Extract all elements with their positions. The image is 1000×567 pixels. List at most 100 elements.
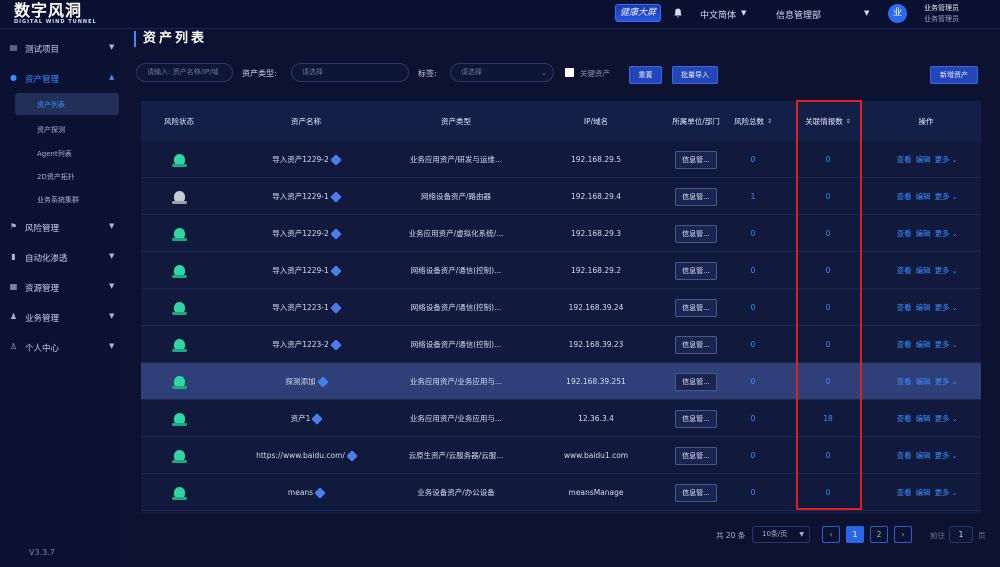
edit-link[interactable]: 编辑 — [916, 376, 931, 387]
tag-icon[interactable] — [330, 301, 342, 314]
key-asset-checkbox[interactable] — [565, 68, 574, 77]
department-button[interactable]: 信息管... — [675, 446, 717, 465]
view-link[interactable]: 查看 — [897, 450, 912, 461]
tag-icon[interactable] — [316, 375, 329, 388]
tag-icon[interactable] — [330, 227, 342, 240]
app-logo[interactable]: 数字风洞 DIGITAL WIND TUNNEL — [14, 2, 134, 28]
department-cell: 信息管... — [671, 215, 721, 252]
department-button[interactable]: 信息管... — [675, 150, 717, 169]
tag-icon[interactable] — [330, 153, 342, 166]
department-select[interactable]: 信息管理部 — [776, 8, 821, 21]
sidebar-subitem-asset-detection[interactable]: 资产探测 — [15, 118, 119, 140]
department-button[interactable]: 信息管... — [675, 224, 717, 243]
page-1-button[interactable]: 1 — [846, 526, 864, 543]
more-link[interactable]: 更多 — [935, 413, 950, 424]
batch-import-button[interactable]: 批量导入 — [672, 66, 718, 84]
health-dashboard-button[interactable]: 健康大屏 — [615, 4, 661, 22]
department-button[interactable]: 信息管... — [675, 261, 717, 280]
page-size-select[interactable]: 10条/页 ▼ — [752, 526, 810, 543]
department-button[interactable]: 信息管... — [675, 372, 717, 391]
risk-total-cell[interactable]: 0 — [723, 437, 783, 474]
edit-link[interactable]: 编辑 — [916, 228, 931, 239]
department-button[interactable]: 信息管... — [675, 298, 717, 317]
asset-name: 导入资产1223-2 — [272, 340, 329, 349]
edit-link[interactable]: 编辑 — [916, 191, 931, 202]
department-button[interactable]: 信息管... — [675, 335, 717, 354]
view-link[interactable]: 查看 — [897, 487, 912, 498]
sidebar-item-risk-management[interactable]: ⚑ 风险管理 ▼ — [0, 216, 127, 238]
view-link[interactable]: 查看 — [897, 376, 912, 387]
more-link[interactable]: 更多 — [935, 450, 950, 461]
asset-name: 导入资产1229-2 — [272, 229, 329, 238]
view-link[interactable]: 查看 — [897, 191, 912, 202]
sidebar-item-test-project[interactable]: ▤ 测试项目 ▼ — [0, 37, 127, 59]
risk-total-cell[interactable]: 0 — [723, 252, 783, 289]
tag-icon[interactable] — [330, 190, 342, 203]
edit-link[interactable]: 编辑 — [916, 302, 931, 313]
edit-link[interactable]: 编辑 — [916, 339, 931, 350]
avatar[interactable]: 业 — [888, 4, 907, 23]
col-asset-name: 资产名称 — [291, 116, 321, 126]
edit-link[interactable]: 编辑 — [916, 154, 931, 165]
search-input[interactable]: 请输入: 资产名称/IP/域 — [136, 63, 233, 82]
more-link[interactable]: 更多 — [935, 302, 950, 313]
view-link[interactable]: 查看 — [897, 339, 912, 350]
sidebar-subitem-asset-list[interactable]: 资产列表 — [15, 93, 119, 115]
asset-name-cell: 导入资产1229-1 — [231, 178, 381, 215]
view-link[interactable]: 查看 — [897, 302, 912, 313]
risk-total-cell[interactable]: 0 — [723, 363, 783, 400]
edit-link[interactable]: 编辑 — [916, 450, 931, 461]
add-asset-button[interactable]: 新增资产 — [930, 66, 978, 84]
more-link[interactable]: 更多 — [935, 339, 950, 350]
sidebar-subitem-business-cluster[interactable]: 业务系统集群 — [15, 188, 119, 210]
risk-total-cell[interactable]: 0 — [723, 326, 783, 363]
col-risk-total[interactable]: 风险总数 ⇕ — [723, 101, 783, 141]
risk-total-cell[interactable]: 0 — [723, 141, 783, 178]
more-link[interactable]: 更多 — [935, 487, 950, 498]
tag-icon[interactable] — [314, 486, 326, 499]
sidebar-item-business-management[interactable]: ♟ 业务管理 ▼ — [0, 306, 127, 328]
sidebar-subitem-2d-topology[interactable]: 2D资产拓扑 — [15, 165, 119, 187]
tag-icon[interactable] — [330, 338, 342, 351]
view-link[interactable]: 查看 — [897, 228, 912, 239]
reset-button[interactable]: 重置 — [629, 66, 662, 84]
risk-total-cell[interactable]: 0 — [723, 289, 783, 326]
view-link[interactable]: 查看 — [897, 265, 912, 276]
sidebar-subitem-agent-list[interactable]: Agent列表 — [15, 142, 119, 164]
risk-total-cell[interactable]: 0 — [723, 474, 783, 511]
more-link[interactable]: 更多 — [935, 376, 950, 387]
sidebar-item-resource-management[interactable]: ▦ 资源管理 ▼ — [0, 276, 127, 298]
department-button[interactable]: 信息管... — [675, 483, 717, 502]
sidebar-item-personal-center[interactable]: ♙ 个人中心 ▼ — [0, 336, 127, 358]
tag-icon[interactable] — [311, 412, 324, 425]
risk-total-cell[interactable]: 0 — [723, 400, 783, 437]
tag-select[interactable]: 请选择 — [450, 63, 554, 82]
more-link[interactable]: 更多 — [935, 265, 950, 276]
chevron-down-icon: ⌄ — [951, 192, 958, 201]
goto-page-input[interactable]: 1 — [949, 526, 973, 543]
edit-link[interactable]: 编辑 — [916, 487, 931, 498]
view-link[interactable]: 查看 — [897, 413, 912, 424]
bell-icon[interactable] — [674, 8, 682, 18]
more-link[interactable]: 更多 — [935, 154, 950, 165]
tag-icon[interactable] — [330, 264, 342, 277]
sidebar-item-auto-pentest[interactable]: ▮ 自动化渗透 ▼ — [0, 246, 127, 268]
tag-icon[interactable] — [346, 449, 358, 462]
edit-link[interactable]: 编辑 — [916, 265, 931, 276]
risk-total-cell[interactable]: 0 — [723, 215, 783, 252]
sort-icon[interactable]: ⇕ — [767, 116, 772, 127]
department-button[interactable]: 信息管... — [675, 409, 717, 428]
edit-link[interactable]: 编辑 — [916, 413, 931, 424]
department-cell: 信息管... — [671, 437, 721, 474]
language-select[interactable]: 中文简体 — [700, 8, 736, 21]
risk-total-cell[interactable]: 1 — [723, 178, 783, 215]
page-2-button[interactable]: 2 — [870, 526, 888, 543]
sidebar-item-asset-management[interactable]: ● 资产管理 ▲ — [0, 67, 127, 89]
more-link[interactable]: 更多 — [935, 191, 950, 202]
next-page-button[interactable]: › — [894, 526, 912, 543]
asset-type-select[interactable]: 请选择 — [291, 63, 409, 82]
department-button[interactable]: 信息管... — [675, 187, 717, 206]
prev-page-button[interactable]: ‹ — [822, 526, 840, 543]
more-link[interactable]: 更多 — [935, 228, 950, 239]
view-link[interactable]: 查看 — [897, 154, 912, 165]
